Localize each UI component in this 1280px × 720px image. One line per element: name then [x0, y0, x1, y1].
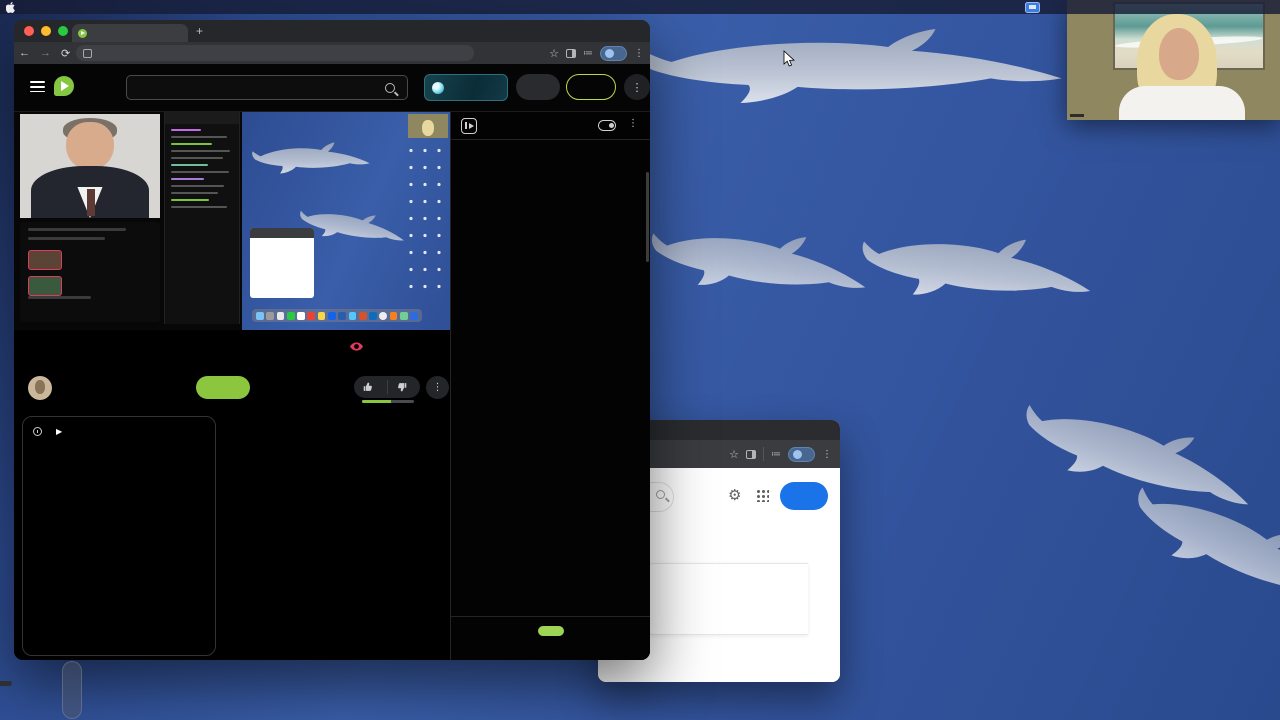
- browser-menu-icon[interactable]: ⋮: [634, 48, 644, 59]
- screen-share-status-icon[interactable]: [1025, 1, 1040, 13]
- sign-up-button[interactable]: [566, 74, 616, 100]
- sign-in-to-chat-button[interactable]: [538, 626, 564, 636]
- comet-icon: [432, 81, 444, 94]
- hamburger-menu-icon[interactable]: [30, 81, 45, 95]
- search-icon[interactable]: [385, 82, 395, 93]
- search-bar[interactable]: [126, 75, 408, 100]
- shared-screen-page-content: [20, 222, 160, 322]
- apple-menu-icon[interactable]: [0, 1, 22, 13]
- video-player[interactable]: [14, 112, 450, 330]
- watching-play-icon: ▶: [56, 427, 63, 436]
- shared-screen-portrait-photo: [20, 114, 160, 218]
- thumbs-down-icon: [397, 383, 407, 392]
- video-stats: [350, 342, 381, 351]
- site-settings-icon[interactable]: [83, 48, 92, 58]
- dock: [62, 661, 82, 719]
- tune-icon[interactable]: ≔: [583, 48, 593, 59]
- chat-toggle-icon[interactable]: [598, 120, 616, 131]
- related-videos: [226, 419, 450, 660]
- tab-bar: +: [14, 20, 650, 42]
- like-dislike-group: [354, 376, 420, 398]
- clock-icon: [33, 427, 42, 436]
- back-button[interactable]: ←: [14, 47, 35, 59]
- header-menu-icon[interactable]: ⋮: [624, 74, 650, 100]
- search-icon[interactable]: [656, 490, 665, 499]
- side-panel-icon[interactable]: [566, 48, 576, 58]
- verify-badge[interactable]: [788, 446, 815, 462]
- shared-screen-desktop: [242, 112, 450, 330]
- rumble-logo[interactable]: [54, 76, 79, 96]
- shared-screen-icons: [404, 142, 446, 292]
- like-ratio-bar: [362, 400, 414, 403]
- rumble-favicon: [78, 28, 87, 38]
- views-eye-icon: [350, 342, 363, 351]
- tune-icon[interactable]: ≔: [771, 449, 781, 460]
- side-panel-icon[interactable]: [746, 449, 756, 459]
- verify-badge[interactable]: [600, 45, 627, 61]
- rumble-page: ⋮ ⋮ ▶ ⋮: [14, 64, 650, 660]
- like-button[interactable]: [354, 382, 387, 392]
- minimize-window-button[interactable]: [41, 26, 51, 36]
- chat-scrollbar[interactable]: [646, 172, 649, 262]
- webcam-person-face: [1159, 28, 1199, 80]
- rumble-header: ⋮: [14, 64, 650, 112]
- reload-button[interactable]: ⟳: [56, 47, 75, 60]
- profile-dot-icon: [605, 48, 614, 58]
- shared-screen-chat: [164, 112, 240, 324]
- toolbar-divider: [763, 447, 764, 461]
- chat-messages: [451, 144, 650, 616]
- video-meta-card: ▶: [22, 416, 216, 656]
- menu-bar: [0, 0, 1280, 14]
- video-menu-icon[interactable]: ⋮: [426, 376, 449, 399]
- browser-toolbar: ← → ⟳ ☆ ≔ ⋮: [14, 42, 650, 64]
- address-bar[interactable]: [76, 45, 474, 61]
- channel-row: ⋮: [28, 376, 450, 406]
- go-ad-free-button[interactable]: [424, 74, 508, 101]
- dislike-button[interactable]: [388, 382, 421, 392]
- webcam-person-body: [1119, 86, 1245, 120]
- results-about-card: [644, 563, 808, 635]
- shared-screen-webcam: [408, 114, 448, 138]
- shared-screen-dock: [252, 309, 422, 322]
- browser-tab[interactable]: [72, 24, 188, 42]
- search-input[interactable]: [127, 81, 385, 94]
- zoom-window-button[interactable]: [58, 26, 68, 36]
- link-status-tooltip: [0, 681, 12, 686]
- webcam-name-label: [1070, 114, 1084, 117]
- chrome-window: + ← → ⟳ ☆ ≔ ⋮ ⋮ ⋮ ▶ ⋮: [14, 20, 650, 660]
- thumbs-up-icon: [363, 382, 373, 391]
- desktop: ☆ ≔ ⋮ ⚙ + ← → ⟳ ☆ ≔ ⋮ ⋮ ⋮ ▶ ⋮: [0, 0, 1280, 720]
- gear-icon[interactable]: ⚙: [728, 486, 741, 504]
- rumble-play-icon: [54, 76, 74, 96]
- bookmark-star-icon[interactable]: ☆: [549, 47, 559, 60]
- shared-screen-window: [250, 228, 314, 298]
- live-chat-panel: ⋮: [450, 112, 650, 660]
- mouse-cursor: [783, 50, 795, 67]
- chat-header: ⋮: [451, 112, 650, 140]
- google-apps-grid-icon[interactable]: [756, 489, 769, 502]
- chat-menu-icon[interactable]: ⋮: [628, 118, 638, 129]
- forward-button[interactable]: →: [35, 47, 56, 59]
- profile-dot-icon: [793, 449, 802, 459]
- new-tab-button[interactable]: +: [196, 24, 203, 38]
- bookmark-star-icon[interactable]: ☆: [729, 448, 739, 461]
- chat-footer: [451, 616, 650, 660]
- browser-menu-icon[interactable]: ⋮: [822, 449, 832, 460]
- google-sign-in-button[interactable]: [780, 482, 828, 510]
- webcam-overlay[interactable]: [1067, 0, 1280, 120]
- follow-button[interactable]: [196, 376, 250, 399]
- collapse-chat-icon[interactable]: [461, 118, 477, 134]
- sign-in-button[interactable]: [516, 74, 560, 100]
- channel-avatar[interactable]: [28, 376, 52, 400]
- close-window-button[interactable]: [24, 26, 34, 36]
- window-controls[interactable]: [24, 26, 68, 36]
